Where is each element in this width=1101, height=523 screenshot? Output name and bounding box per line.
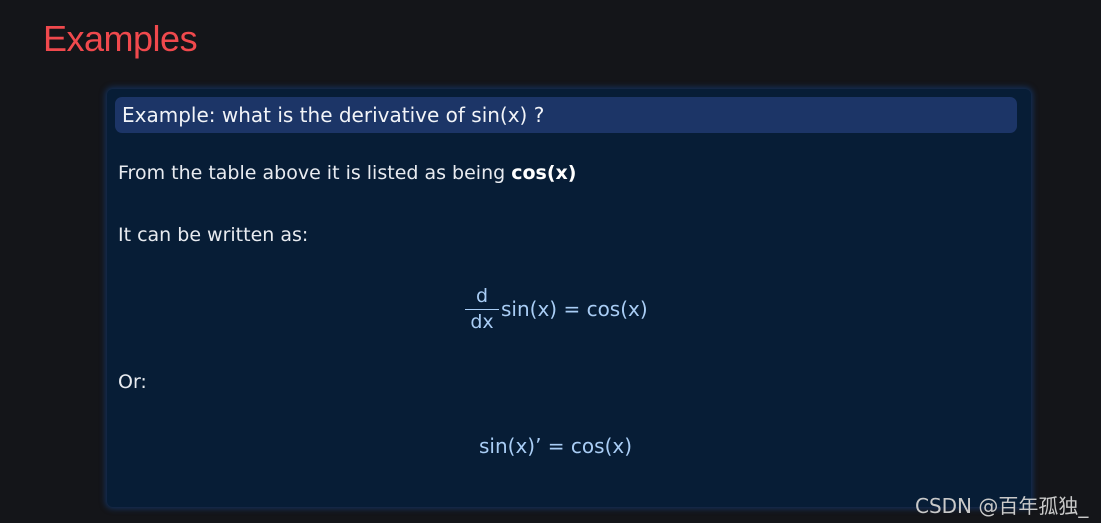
example-text-prefix: From the table above it is listed as bei…	[118, 162, 512, 184]
example-text-table: From the table above it is listed as bei…	[118, 162, 576, 184]
fraction-numerator: d	[475, 285, 489, 307]
fraction-denominator: dx	[470, 311, 494, 333]
formula-expression: sin(x) = cos(x)	[501, 297, 648, 321]
example-box: Example: what is the derivative of sin(x…	[107, 89, 1031, 507]
fraction-bar	[465, 309, 499, 310]
derivative-formula: d dx sin(x) = cos(x)	[465, 285, 695, 335]
example-answer: cos(x)	[511, 162, 577, 184]
watermark: CSDN @百年孤独_	[915, 494, 1089, 518]
example-title: Example: what is the derivative of sin(x…	[122, 103, 545, 127]
example-text-written: It can be written as:	[118, 224, 309, 246]
example-title-bar: Example: what is the derivative of sin(x…	[115, 97, 1017, 133]
prime-formula: sin(x)’ = cos(x)	[479, 434, 633, 458]
section-heading: Examples	[43, 18, 198, 59]
example-text-or: Or:	[118, 371, 147, 393]
